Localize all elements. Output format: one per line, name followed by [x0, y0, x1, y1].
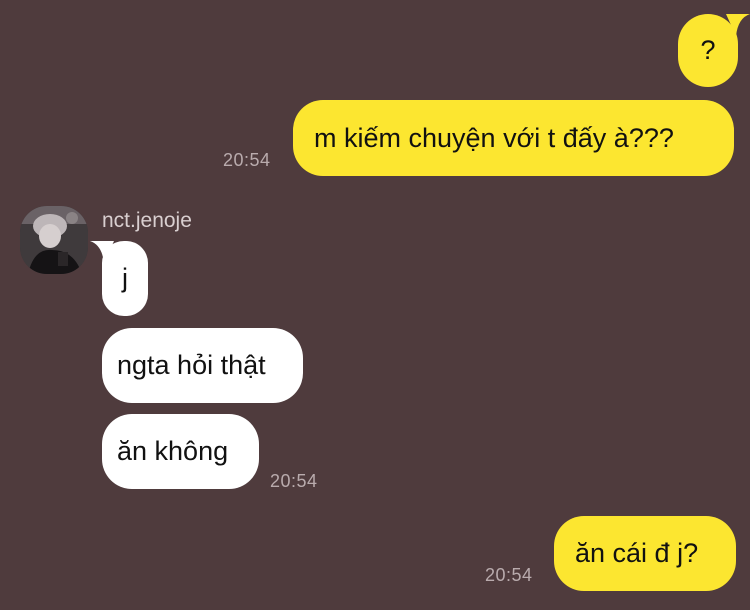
contact-avatar[interactable] [20, 206, 88, 274]
outgoing-message-bubble[interactable]: m kiếm chuyện với t đấy à??? [293, 100, 734, 176]
message-text: ăn cái đ j? [575, 538, 699, 568]
incoming-message-bubble[interactable]: ăn không [102, 414, 259, 489]
message-timestamp: 20:54 [485, 565, 533, 585]
message-text: ăn không [117, 436, 229, 466]
avatar-photo-icon [20, 206, 88, 274]
message-timestamp: 20:54 [270, 471, 318, 491]
message-text: m kiếm chuyện với t đấy à??? [314, 122, 674, 153]
message-text: ? [700, 35, 716, 65]
message-text: j [122, 263, 128, 293]
message-text: ngta hỏi thật [117, 350, 266, 380]
message-timestamp: 20:54 [223, 150, 271, 170]
chat-window: ? m kiếm chuyện với t đấy à??? 20:54 nct… [0, 0, 750, 610]
bubble-tail [90, 241, 114, 263]
sender-name[interactable]: nct.jenoje [102, 209, 192, 233]
bubble-tail [726, 14, 750, 36]
outgoing-message-bubble[interactable]: ăn cái đ j? [554, 516, 736, 591]
incoming-message-bubble[interactable]: ngta hỏi thật [102, 328, 303, 403]
